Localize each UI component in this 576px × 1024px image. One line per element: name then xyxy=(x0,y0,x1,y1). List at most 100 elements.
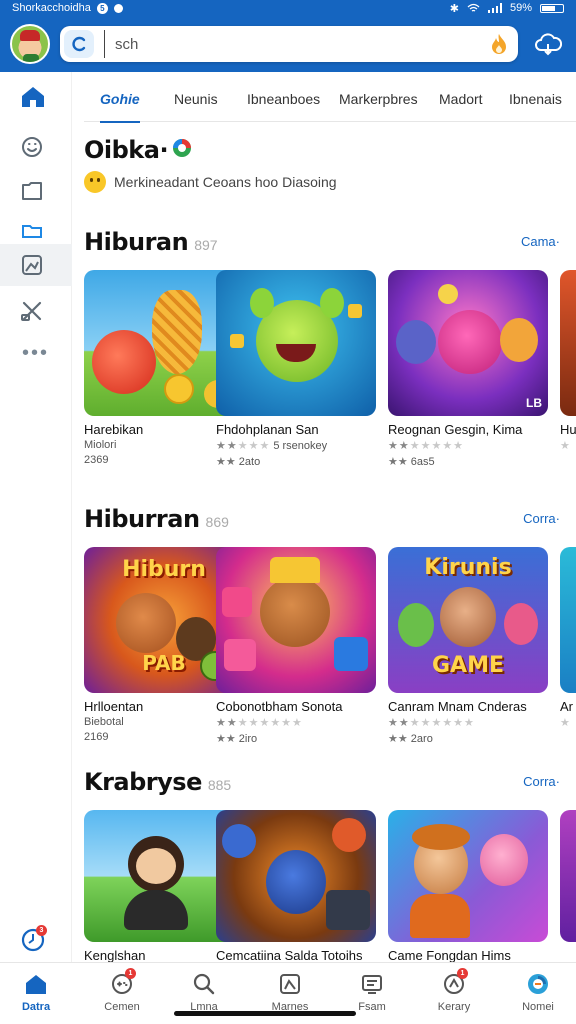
tools-icon xyxy=(21,301,42,321)
featured-title: Oibka· xyxy=(84,136,169,164)
nav-profile[interactable]: Nomei xyxy=(502,971,574,1021)
status-left: Shorkacchoidha 5 xyxy=(12,2,123,14)
search-icon[interactable] xyxy=(64,30,94,58)
tab-originals[interactable]: Ibnenais xyxy=(509,76,562,122)
rail-tools[interactable] xyxy=(0,290,72,332)
game-card[interactable]: Came Fongdan Hims xyxy=(388,810,548,963)
game-card[interactable]: Kirunis GAME Canram Mnam Cnderas ★★★★★★★… xyxy=(388,547,548,745)
compass-icon xyxy=(22,137,42,157)
rail-home[interactable] xyxy=(0,76,72,118)
tab-entertainment[interactable]: Ibneanboes xyxy=(247,76,320,122)
game-rating: ★★ 2iro xyxy=(216,733,258,745)
battery-percent: 59% xyxy=(509,2,532,14)
game-thumbnail xyxy=(560,810,576,942)
rail-more-icon[interactable]: ••• xyxy=(0,332,72,374)
status-notification-badge: 5 xyxy=(96,2,108,14)
search-icon xyxy=(191,971,217,997)
game-card[interactable]: Ar ★ xyxy=(560,547,576,729)
status-carrier-text: Shorkacchoidha xyxy=(12,2,91,14)
game-card[interactable]: Cobonotbham Sonota ★★★★★★★★ ★★ 2iro xyxy=(216,547,376,745)
game-card[interactable]: Cemcatiina Salda Totoihs xyxy=(216,810,376,963)
tab-home[interactable]: Gohie xyxy=(100,76,140,123)
section-krabryse: Krabryse885 Corra· ℯ Kenglshan Cemcatiin… xyxy=(84,768,576,963)
battery-icon xyxy=(540,3,564,13)
game-meta: ★★★★★★★ xyxy=(388,439,548,452)
rail-activity-button[interactable]: 3 xyxy=(20,925,48,955)
profile-icon xyxy=(525,971,551,997)
gamepad-icon: 1 xyxy=(109,968,136,997)
featured-subtitle-row: Merkineadant Ceoans hoo Diasoing xyxy=(84,170,337,194)
game-title: Fhdohplanan San xyxy=(216,422,319,437)
game-thumbnail xyxy=(560,547,576,693)
game-thumbnail: LB xyxy=(388,270,548,416)
star-rating: ★★★★★★★★ xyxy=(388,717,475,729)
star-rating: ★★★★★★★ xyxy=(388,440,465,452)
game-thumbnail xyxy=(388,810,548,942)
game-rating: ★★ 6as5 xyxy=(388,456,435,468)
card-row: Harebikan Miolori 2369 Fhdohplanan San ★… xyxy=(84,270,576,490)
category-tabs: Gohie Neunis Ibneanboes Markerpbres Mado… xyxy=(84,76,576,123)
see-more-link[interactable]: Cama· xyxy=(521,234,560,249)
app-header xyxy=(0,16,576,72)
rail-gallery[interactable] xyxy=(0,244,72,286)
section-hiburran: Hiburran 869 Corra· Hiburn PAB Hrlloentan… xyxy=(84,505,576,755)
search-input[interactable] xyxy=(104,30,464,58)
section-title: Hiburran 869 xyxy=(84,505,229,533)
signal-icon xyxy=(487,3,502,13)
left-rail: ••• 3 xyxy=(0,72,72,962)
game-card[interactable]: LB Reognan Gesgin, Kima ★★★★★★★ ★★ 6as5 xyxy=(388,270,548,468)
game-meta: ★★★★★★★★ xyxy=(388,716,548,729)
cloud-icon xyxy=(535,33,562,56)
bluetooth-icon: ✱ xyxy=(449,2,459,15)
user-avatar[interactable] xyxy=(10,24,50,64)
featured-badge-icon xyxy=(173,139,191,157)
game-thumbnail xyxy=(216,270,376,416)
nav-library[interactable]: 1 Kerary xyxy=(418,968,490,1021)
folder-icon xyxy=(22,182,42,200)
store-icon xyxy=(359,971,385,997)
trending-fire-icon[interactable] xyxy=(488,32,510,61)
nav-games-badge: 1 xyxy=(125,968,136,979)
game-card[interactable]: Fhdohplanan San ★★★★★ 5 rsenokey ★★ 2ato xyxy=(216,270,376,468)
game-thumbnail xyxy=(216,547,376,693)
home-indicator[interactable] xyxy=(174,1011,356,1016)
nav-home[interactable]: Datra xyxy=(0,971,72,1021)
game-title: Came Fongdan Hims xyxy=(388,948,511,963)
nav-games[interactable]: 1 Cemen xyxy=(86,968,158,1021)
cloud-sync-button[interactable] xyxy=(532,28,564,60)
see-more-link[interactable]: Corra· xyxy=(523,511,560,526)
home-icon xyxy=(22,87,44,107)
wifi-icon xyxy=(467,3,480,12)
status-bar: Shorkacchoidha 5 ✱ 59% xyxy=(0,0,576,16)
status-sync-icon xyxy=(113,3,123,13)
search-bar[interactable] xyxy=(60,26,518,62)
status-right: ✱ 59% xyxy=(450,2,564,15)
game-title: Canram Mnam Cnderas xyxy=(388,699,527,714)
section-count: 897 xyxy=(194,237,218,253)
gallery-icon xyxy=(22,255,42,275)
tab-modern[interactable]: Madort xyxy=(439,76,483,122)
star-rating: ★★★★★★★★ xyxy=(216,717,303,729)
section-title: Krabryse 885 xyxy=(84,768,232,796)
game-meta: ★ xyxy=(560,440,571,452)
tab-marketplace[interactable]: Markerpbres xyxy=(339,76,418,122)
home-icon xyxy=(23,971,49,997)
game-title: Cemcatiina Salda Totoihs xyxy=(216,948,363,963)
tab-news[interactable]: Neunis xyxy=(174,76,218,122)
library-icon: 1 xyxy=(441,968,468,997)
featured-subtitle: Merkineadant Ceoans hoo Diasoing xyxy=(114,174,337,190)
card-row: Hiburn PAB Hrlloentan Biebotal 2169 Cobo… xyxy=(84,547,576,767)
game-card[interactable]: Hu ★ xyxy=(560,270,576,452)
collection-icon xyxy=(22,225,42,238)
section-title: Hiburan 897 xyxy=(84,228,218,256)
rail-explore[interactable] xyxy=(0,126,72,168)
game-card[interactable] xyxy=(560,810,576,948)
image-icon xyxy=(277,971,303,997)
rail-activity-badge: 3 xyxy=(36,925,47,936)
game-title: Reognan Gesgin, Kima xyxy=(388,422,523,437)
see-more-link[interactable]: Corra· xyxy=(523,774,560,789)
game-thumbnail xyxy=(560,270,576,416)
publisher-badge: LB xyxy=(526,396,542,410)
nav-library-badge: 1 xyxy=(457,968,468,979)
rail-files[interactable] xyxy=(0,170,72,212)
